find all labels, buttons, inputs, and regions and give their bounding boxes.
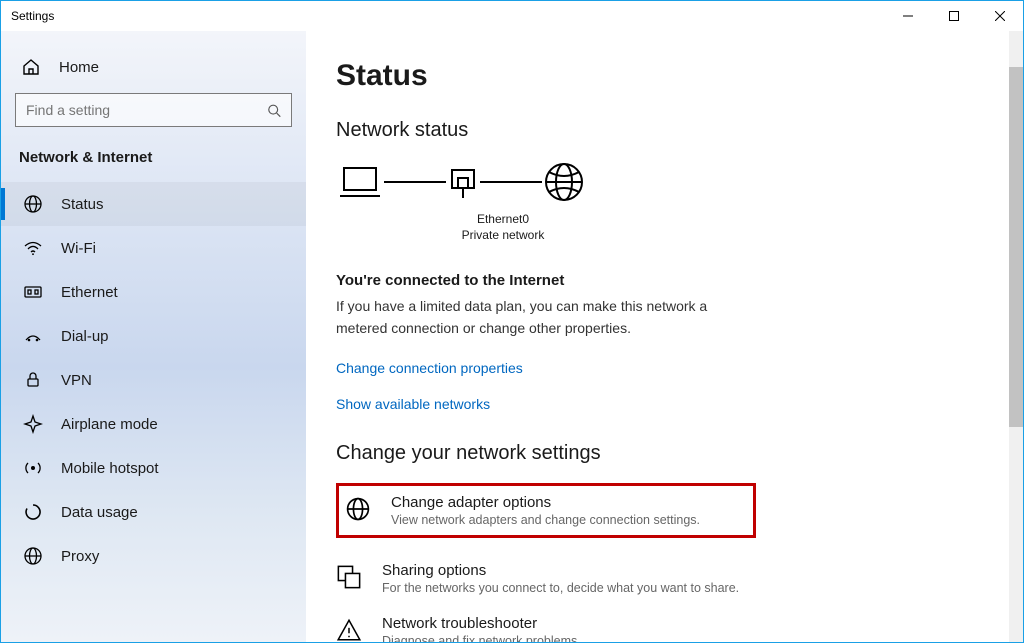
home-icon [21, 57, 41, 77]
sidebar-item-label: Wi-Fi [61, 240, 96, 257]
network-status-heading: Network status [336, 119, 993, 142]
sidebar-item-label: Dial-up [61, 328, 109, 345]
sidebar-item-ethernet[interactable]: Ethernet [1, 270, 306, 314]
sidebar: Home Network & Internet Status Wi-Fi [1, 31, 306, 642]
search-icon [267, 103, 281, 118]
sharing-icon [336, 564, 364, 593]
warning-icon [336, 617, 364, 642]
sidebar-item-label: VPN [61, 372, 92, 389]
titlebar: Settings [1, 1, 1023, 31]
sidebar-item-label: Data usage [61, 504, 138, 521]
option-troubleshooter[interactable]: Network troubleshooter Diagnose and fix … [336, 605, 756, 642]
page-title: Status [336, 59, 993, 93]
option-sharing[interactable]: Sharing options For the networks you con… [336, 552, 756, 605]
search-input[interactable] [15, 93, 292, 127]
globe-icon [23, 546, 43, 566]
highlighted-adapter-option: Change adapter options View network adap… [336, 483, 756, 538]
sidebar-item-home[interactable]: Home [15, 49, 292, 93]
connection-name: Ethernet0 [448, 212, 558, 226]
maximize-icon [949, 11, 959, 21]
option-title: Sharing options [382, 562, 739, 579]
link-show-available-networks[interactable]: Show available networks [336, 396, 490, 412]
wifi-icon [23, 238, 43, 258]
content-pane: Status Network status Ethernet0 Private … [306, 31, 1023, 642]
adapter-icon [345, 496, 373, 525]
search-field[interactable] [26, 102, 267, 118]
sidebar-item-label: Ethernet [61, 284, 118, 301]
connected-description: If you have a limited data plan, you can… [336, 295, 756, 340]
sidebar-item-label: Proxy [61, 548, 99, 565]
laptop-icon [336, 162, 384, 202]
option-subtitle: Diagnose and fix network problems. [382, 634, 581, 642]
sidebar-item-proxy[interactable]: Proxy [1, 534, 306, 578]
sidebar-item-wifi[interactable]: Wi-Fi [1, 226, 306, 270]
dialup-icon [23, 326, 43, 346]
network-diagram [336, 160, 993, 204]
vpn-icon [23, 370, 43, 390]
ethernet-icon [23, 282, 43, 302]
option-subtitle: For the networks you connect to, decide … [382, 581, 739, 595]
change-settings-heading: Change your network settings [336, 442, 993, 465]
airplane-icon [23, 414, 43, 434]
sidebar-home-label: Home [59, 59, 99, 76]
close-icon [995, 11, 1005, 21]
globe-large-icon [542, 160, 586, 204]
globe-icon [23, 194, 43, 214]
option-title: Change adapter options [391, 494, 700, 511]
option-title: Network troubleshooter [382, 615, 581, 632]
window-title: Settings [11, 9, 54, 23]
scrollbar[interactable] [1009, 31, 1023, 642]
option-change-adapter[interactable]: Change adapter options View network adap… [345, 490, 747, 531]
network-type: Private network [448, 228, 558, 242]
sidebar-item-label: Status [61, 196, 104, 213]
sidebar-item-datausage[interactable]: Data usage [1, 490, 306, 534]
scrollbar-thumb[interactable] [1009, 67, 1023, 427]
sidebar-item-hotspot[interactable]: Mobile hotspot [1, 446, 306, 490]
sidebar-item-dialup[interactable]: Dial-up [1, 314, 306, 358]
sidebar-section-label: Network & Internet [15, 149, 292, 182]
minimize-button[interactable] [885, 1, 931, 31]
sidebar-item-status[interactable]: Status [1, 182, 306, 226]
window-controls [885, 1, 1023, 31]
sidebar-item-airplane[interactable]: Airplane mode [1, 402, 306, 446]
hotspot-icon [23, 458, 43, 478]
minimize-icon [903, 11, 913, 21]
option-subtitle: View network adapters and change connect… [391, 513, 700, 527]
connected-title: You're connected to the Internet [336, 272, 993, 289]
close-button[interactable] [977, 1, 1023, 31]
link-change-connection-properties[interactable]: Change connection properties [336, 360, 523, 376]
router-icon [446, 162, 480, 202]
datausage-icon [23, 502, 43, 522]
diagram-line [480, 181, 542, 183]
sidebar-item-vpn[interactable]: VPN [1, 358, 306, 402]
sidebar-item-label: Mobile hotspot [61, 460, 159, 477]
diagram-labels: Ethernet0 Private network [448, 212, 558, 242]
sidebar-item-label: Airplane mode [61, 416, 158, 433]
maximize-button[interactable] [931, 1, 977, 31]
diagram-line [384, 181, 446, 183]
